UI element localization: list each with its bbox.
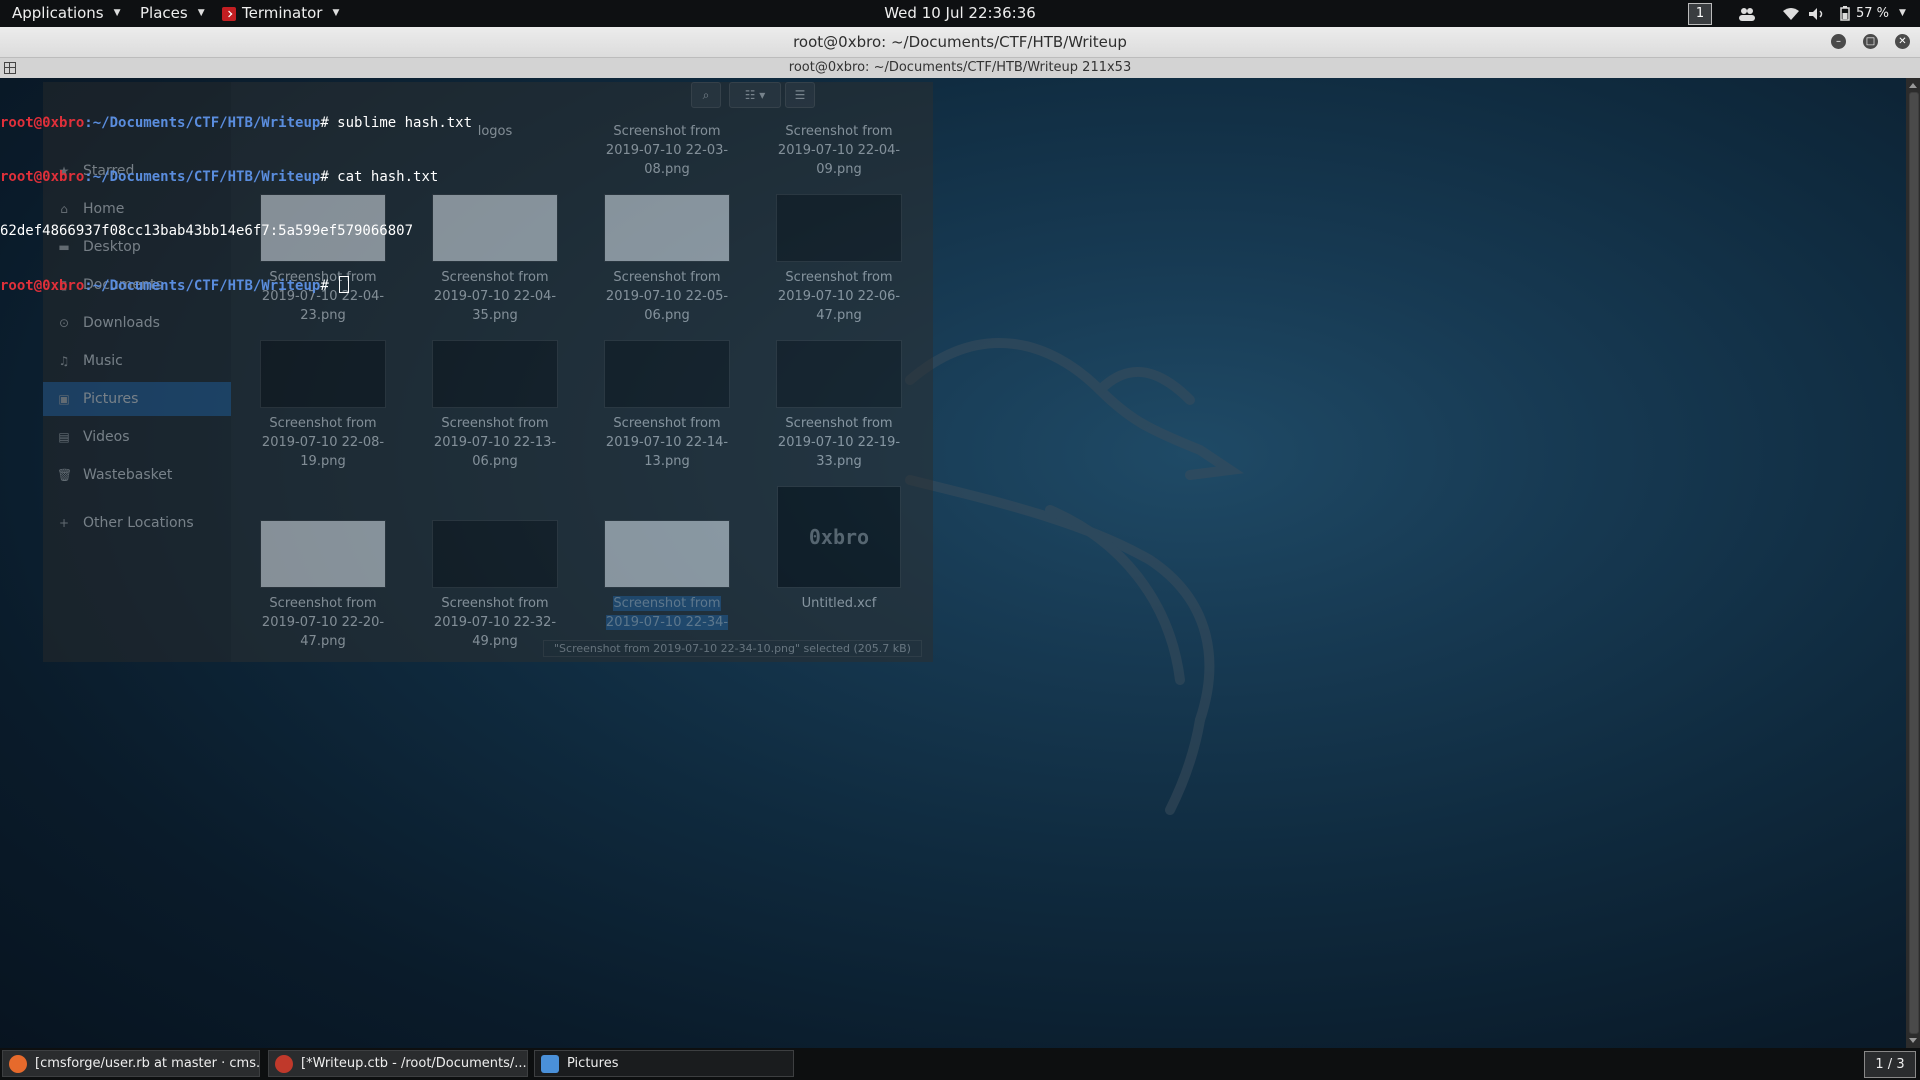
bottom-taskbar: [cmsforge/user.rb at master · cms... [*W… bbox=[0, 1048, 1920, 1080]
video-icon: ▤ bbox=[58, 430, 70, 444]
prompt-path: :~/Documents/CTF/HTB/Writeup bbox=[84, 115, 321, 131]
maximize-button[interactable]: □ bbox=[1863, 34, 1878, 49]
battery-label: 57 % bbox=[1856, 6, 1890, 21]
file-thumbnail: 0xbro bbox=[777, 486, 901, 588]
task-cherrytree[interactable]: [*Writeup.ctb - /root/Documents/... bbox=[268, 1050, 528, 1077]
applications-label: Applications bbox=[12, 4, 104, 22]
task-label: [*Writeup.ctb - /root/Documents/... bbox=[301, 1056, 527, 1071]
file-thumbnail bbox=[776, 340, 902, 408]
firefox-icon bbox=[9, 1054, 27, 1073]
prompt-user: root@0xbro bbox=[0, 115, 85, 131]
download-icon: ⊙ bbox=[58, 316, 70, 330]
people-icon[interactable] bbox=[1738, 0, 1756, 27]
selection-status: "Screenshot from 2019-07-10 22-34-10.png… bbox=[543, 640, 922, 657]
sidebar-item-other-locations[interactable]: + Other Locations bbox=[43, 506, 231, 540]
chevron-down-icon: ▼ bbox=[1899, 8, 1906, 18]
scrollbar-thumb[interactable] bbox=[1909, 92, 1919, 1034]
workspace-indicator[interactable]: 1 / 3 bbox=[1864, 1051, 1916, 1078]
terminator-label: Terminator bbox=[242, 4, 323, 22]
battery-icon bbox=[1840, 6, 1850, 21]
terminator-icon bbox=[222, 6, 236, 21]
file-thumbnail bbox=[604, 520, 730, 588]
picture-icon: ▣ bbox=[58, 392, 70, 406]
scroll-up-icon[interactable] bbox=[1909, 83, 1917, 88]
close-button[interactable]: ✕ bbox=[1895, 34, 1910, 49]
music-icon: ♫ bbox=[58, 354, 70, 368]
top-panel: Applications ▼ Places ▼ Terminator ▼ Wed… bbox=[0, 0, 1920, 27]
sidebar-item-music[interactable]: ♫ Music bbox=[43, 344, 231, 378]
places-menu[interactable]: Places ▼ bbox=[140, 0, 205, 27]
scroll-down-icon[interactable] bbox=[1909, 1038, 1917, 1043]
chevron-down-icon: ▼ bbox=[332, 8, 340, 18]
sidebar-item-wastebasket[interactable]: 🗑 Wastebasket bbox=[43, 458, 231, 492]
file-item[interactable]: Screenshot from 2019-07-10 22-19-33.png bbox=[769, 340, 909, 471]
trash-icon: 🗑 bbox=[57, 468, 73, 482]
file-item-selected[interactable]: Screenshot from 2019-07-10 22-34- bbox=[597, 520, 737, 632]
terminator-app-menu[interactable]: Terminator ▼ bbox=[222, 0, 339, 27]
file-thumbnail bbox=[432, 520, 558, 588]
terminal-titlebar[interactable]: root@0xbro: ~/Documents/CTF/HTB/Writeup … bbox=[0, 58, 1920, 78]
task-label: [cmsforge/user.rb at master · cms... bbox=[35, 1056, 260, 1071]
chevron-down-icon: ▼ bbox=[197, 8, 205, 18]
kali-dragon-logo bbox=[905, 338, 1244, 815]
file-item[interactable]: Screenshot from 2019-07-10 22-08-19.png bbox=[253, 340, 393, 471]
file-thumbnail bbox=[260, 340, 386, 408]
command-text: # cat hash.txt bbox=[320, 169, 439, 185]
wifi-icon[interactable] bbox=[1782, 0, 1800, 27]
folder-icon bbox=[541, 1054, 559, 1073]
command-text: # bbox=[320, 278, 338, 294]
places-label: Places bbox=[140, 4, 188, 22]
cherrytree-icon bbox=[275, 1054, 293, 1073]
file-item[interactable]: Screenshot from 2019-07-10 22-32-49.png bbox=[425, 520, 565, 651]
terminal-line: root@0xbro:~/Documents/CTF/HTB/Writeup# bbox=[0, 276, 1900, 294]
battery-status[interactable]: 57 % ▼ bbox=[1840, 0, 1906, 27]
task-pictures[interactable]: Pictures bbox=[534, 1050, 794, 1077]
volume-icon[interactable] bbox=[1808, 0, 1826, 27]
workspace-switcher[interactable]: 1 bbox=[1688, 3, 1712, 25]
plus-icon: + bbox=[58, 516, 70, 530]
file-item[interactable]: 0xbro Untitled.xcf bbox=[769, 486, 909, 613]
terminal-line: root@0xbro:~/Documents/CTF/HTB/Writeup# … bbox=[0, 168, 1900, 186]
file-item[interactable]: Screenshot from 2019-07-10 22-20-47.png bbox=[253, 520, 393, 651]
output-text: 62def4866937f08cc13bab43bb14e6f7:5a599ef… bbox=[0, 223, 414, 239]
file-item[interactable]: Screenshot from 2019-07-10 22-14-13.png bbox=[597, 340, 737, 471]
terminal-line: 62def4866937f08cc13bab43bb14e6f7:5a599ef… bbox=[0, 222, 1900, 240]
layout-grid-icon[interactable] bbox=[4, 62, 16, 74]
window-titlebar[interactable]: root@0xbro: ~/Documents/CTF/HTB/Writeup … bbox=[0, 27, 1920, 58]
task-label: Pictures bbox=[567, 1056, 619, 1071]
prompt-path: :~/Documents/CTF/HTB/Writeup bbox=[84, 169, 321, 185]
terminal-output[interactable]: root@0xbro:~/Documents/CTF/HTB/Writeup# … bbox=[0, 78, 1900, 312]
chevron-down-icon: ▼ bbox=[113, 8, 121, 18]
window-title: root@0xbro: ~/Documents/CTF/HTB/Writeup bbox=[793, 33, 1127, 51]
clock[interactable]: Wed 10 Jul 22:36:36 bbox=[884, 0, 1036, 27]
prompt-user: root@0xbro bbox=[0, 169, 85, 185]
prompt-user: root@0xbro bbox=[0, 278, 85, 294]
file-thumbnail bbox=[604, 340, 730, 408]
file-item[interactable]: Screenshot from 2019-07-10 22-13-06.png bbox=[425, 340, 565, 471]
terminal-line: root@0xbro:~/Documents/CTF/HTB/Writeup# … bbox=[0, 114, 1900, 132]
prompt-path: :~/Documents/CTF/HTB/Writeup bbox=[84, 278, 321, 294]
file-thumbnail bbox=[260, 520, 386, 588]
command-text: # sublime hash.txt bbox=[320, 115, 473, 131]
terminal-title: root@0xbro: ~/Documents/CTF/HTB/Writeup … bbox=[788, 60, 1132, 75]
terminal-scrollbar[interactable] bbox=[1906, 78, 1920, 1048]
sidebar-item-pictures[interactable]: ▣ Pictures bbox=[43, 382, 231, 416]
text-cursor bbox=[339, 276, 350, 293]
sidebar-item-videos[interactable]: ▤ Videos bbox=[43, 420, 231, 454]
minimize-button[interactable]: – bbox=[1831, 34, 1846, 49]
task-firefox[interactable]: [cmsforge/user.rb at master · cms... bbox=[2, 1050, 260, 1077]
applications-menu[interactable]: Applications ▼ bbox=[12, 0, 121, 27]
file-thumbnail bbox=[432, 340, 558, 408]
